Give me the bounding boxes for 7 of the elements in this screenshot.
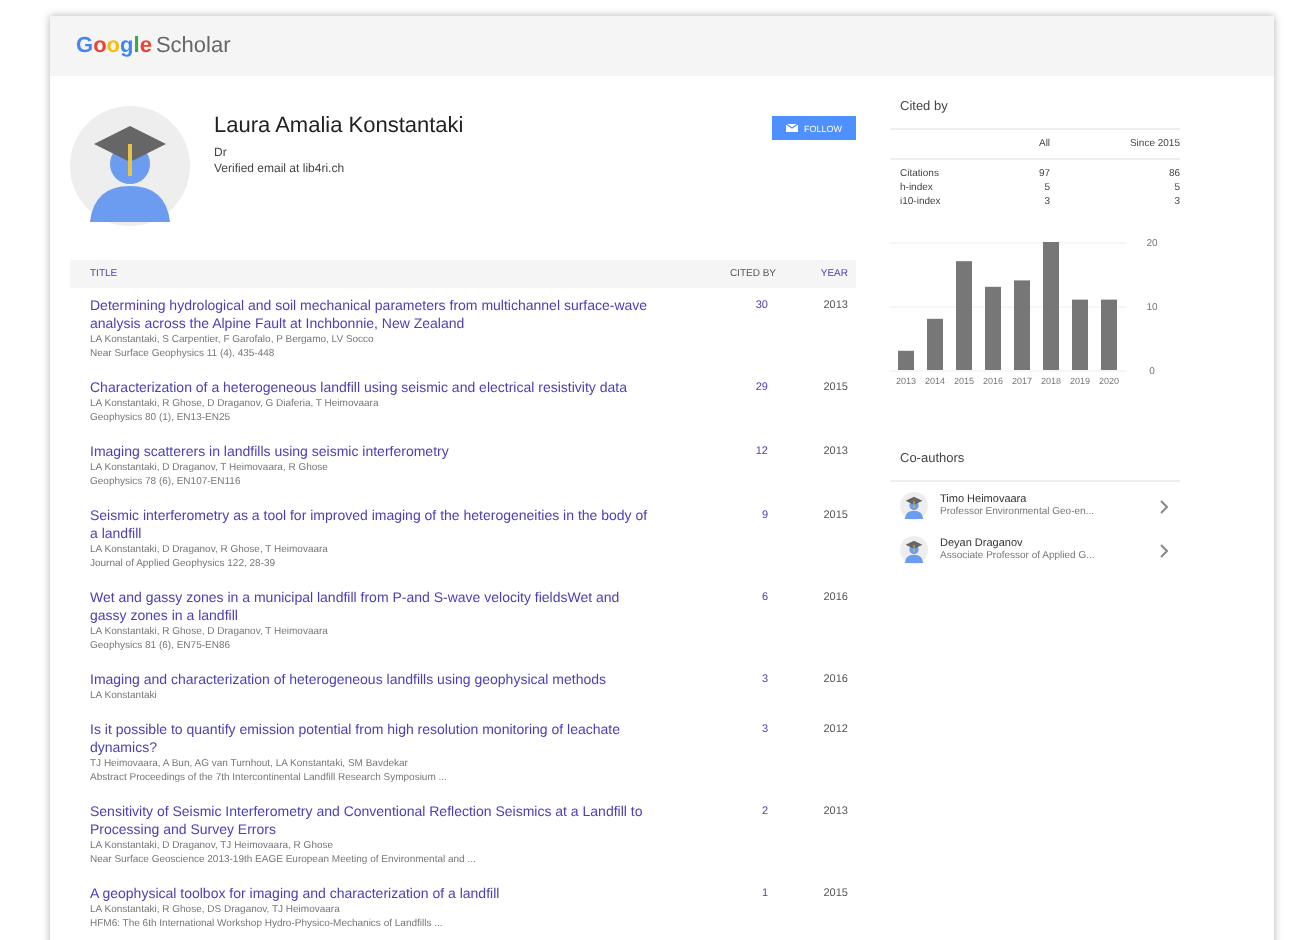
coauthor-avatar-icon	[900, 536, 928, 564]
coauthor-avatar-icon	[900, 492, 928, 520]
profile-name: Laura Amalia Konstantaki	[214, 114, 466, 138]
citation-bar[interactable]	[898, 350, 914, 370]
scholar-logo[interactable]: Google Scholar	[76, 34, 231, 58]
avatar-icon	[70, 106, 190, 226]
envelope-icon	[785, 124, 798, 132]
